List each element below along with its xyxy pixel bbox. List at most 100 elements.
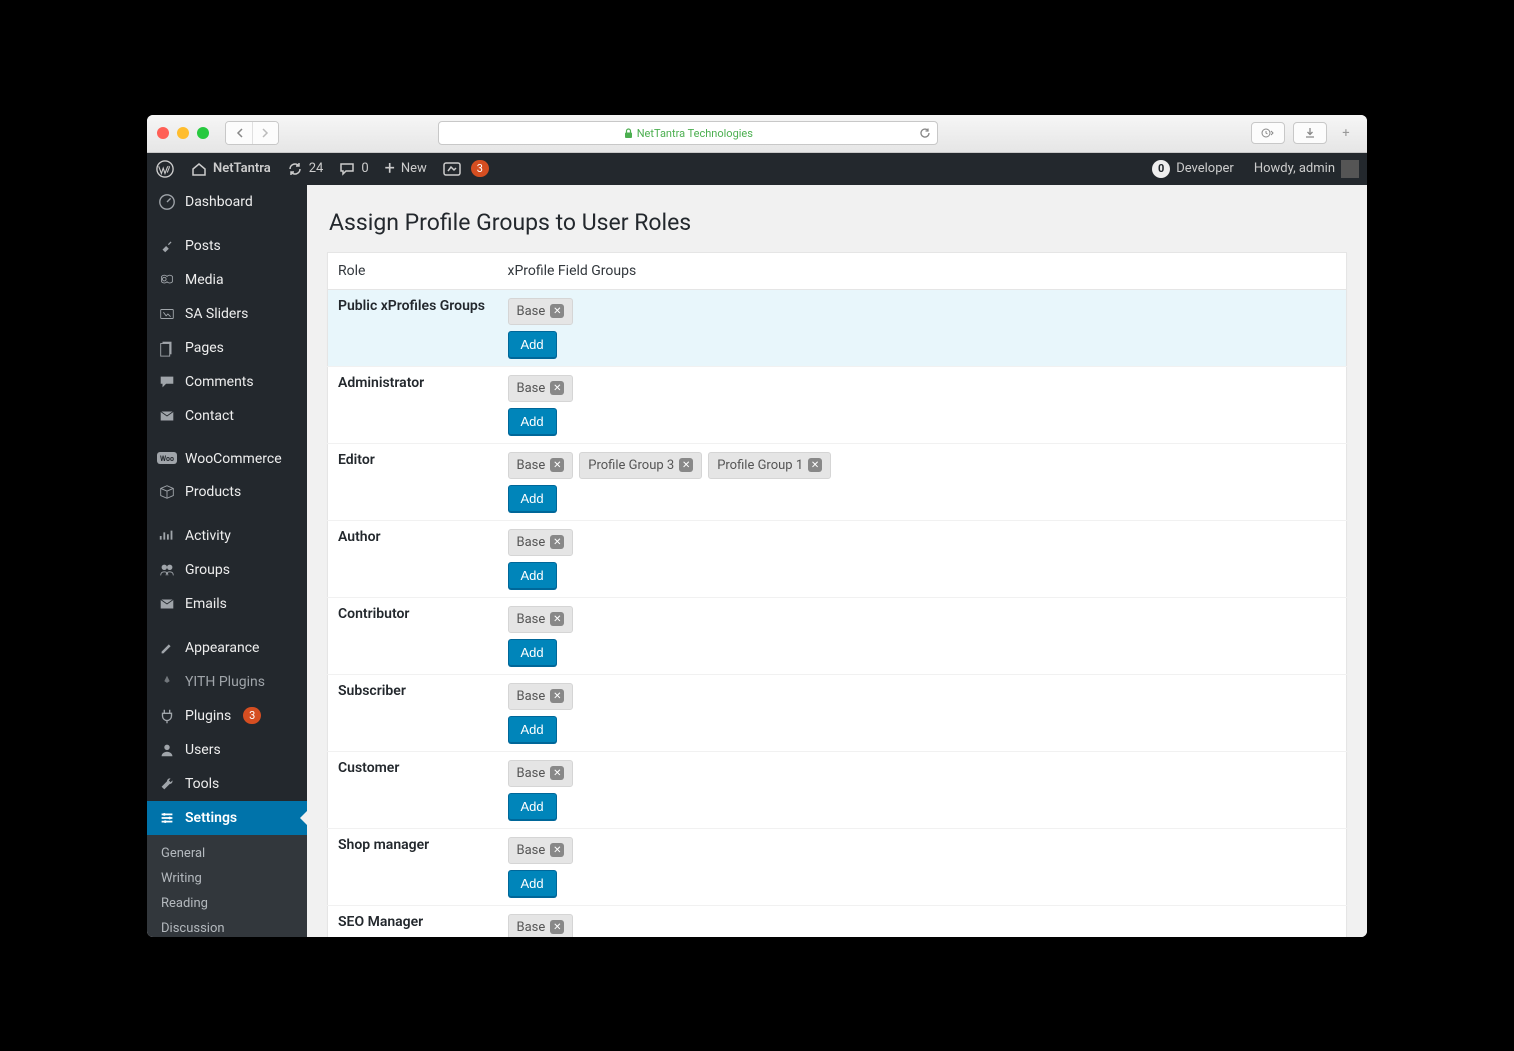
menu-users[interactable]: Users — [147, 733, 307, 767]
add-group-button[interactable]: Add — [508, 870, 557, 897]
svg-text:Woo: Woo — [160, 455, 174, 463]
site-name-link[interactable]: NetTantra — [183, 153, 279, 185]
yith-icon — [157, 673, 177, 691]
remove-tag-button[interactable]: ✕ — [550, 612, 564, 626]
add-group-button[interactable]: Add — [508, 793, 557, 820]
dashboard-icon — [157, 193, 177, 211]
menu-settings[interactable]: Settings — [147, 801, 307, 835]
remove-tag-button[interactable]: ✕ — [808, 458, 822, 472]
wp-logo-menu[interactable] — [147, 153, 183, 185]
notification-badge[interactable]: 3 — [469, 153, 497, 185]
wordpress-icon — [155, 159, 175, 179]
submenu-reading[interactable]: Reading — [147, 891, 307, 916]
browser-right-tools: + — [1251, 122, 1357, 144]
role-name: SEO Manager — [328, 905, 498, 937]
menu-plugins[interactable]: Plugins 3 — [147, 699, 307, 733]
notification-count: 3 — [471, 160, 489, 177]
add-group-button[interactable]: Add — [508, 331, 557, 358]
appearance-icon — [157, 639, 177, 657]
remove-tag-button[interactable]: ✕ — [679, 458, 693, 472]
menu-appearance[interactable]: Appearance — [147, 631, 307, 665]
role-groups-cell: Base✕ Add — [498, 520, 1347, 597]
reload-icon — [919, 127, 931, 139]
remove-tag-button[interactable]: ✕ — [550, 920, 564, 934]
menu-sa-sliders[interactable]: SA Sliders — [147, 297, 307, 331]
plugins-update-badge: 3 — [243, 707, 261, 724]
add-group-button[interactable]: Add — [508, 639, 557, 666]
menu-dashboard[interactable]: Dashboard — [147, 185, 307, 219]
menu-media[interactable]: Media — [147, 263, 307, 297]
group-tag: Base✕ — [508, 529, 574, 556]
table-row: SubscriberBase✕Add — [328, 674, 1347, 751]
chevron-left-icon — [236, 128, 243, 138]
col-role: Role — [328, 252, 498, 289]
submenu-discussion[interactable]: Discussion — [147, 916, 307, 937]
submenu-writing[interactable]: Writing — [147, 866, 307, 891]
remove-tag-button[interactable]: ✕ — [550, 843, 564, 857]
role-groups-cell: Base✕Add — [498, 905, 1347, 937]
share-button[interactable] — [1251, 122, 1285, 144]
remove-tag-button[interactable]: ✕ — [550, 458, 564, 472]
update-icon — [287, 161, 303, 177]
activity-icon — [157, 527, 177, 545]
col-groups: xProfile Field Groups — [498, 252, 1347, 289]
new-content-link[interactable]: + New — [377, 153, 435, 185]
group-tag-label: Base — [517, 304, 546, 319]
role-groups-cell: Base ✕ Add — [498, 289, 1347, 366]
minimize-window-button[interactable] — [177, 127, 189, 139]
settings-submenu: General Writing Reading Discussion — [147, 835, 307, 937]
remove-tag-button[interactable]: ✕ — [550, 535, 564, 549]
address-bar[interactable]: NetTantra Technologies — [438, 121, 938, 145]
menu-comments[interactable]: Comments — [147, 365, 307, 399]
updates-count: 24 — [309, 161, 324, 176]
table-row: CustomerBase✕Add — [328, 751, 1347, 828]
updates-link[interactable]: 24 — [279, 153, 332, 185]
menu-woocommerce[interactable]: Woo WooCommerce — [147, 443, 307, 475]
menu-yith[interactable]: YITH Plugins — [147, 665, 307, 699]
remove-tag-button[interactable]: ✕ — [550, 381, 564, 395]
remove-tag-button[interactable]: ✕ — [550, 304, 564, 318]
close-window-button[interactable] — [157, 127, 169, 139]
menu-groups[interactable]: Groups — [147, 553, 307, 587]
howdy-text: Howdy, admin — [1254, 161, 1335, 176]
new-tab-button[interactable]: + — [1335, 122, 1357, 144]
reload-button[interactable] — [919, 127, 931, 139]
group-tag-label: Base — [517, 612, 546, 627]
menu-activity[interactable]: Activity — [147, 519, 307, 553]
forward-button[interactable] — [252, 122, 278, 144]
role-name: Shop manager — [328, 828, 498, 905]
menu-posts[interactable]: Posts — [147, 229, 307, 263]
menu-pages[interactable]: Pages — [147, 331, 307, 365]
menu-tools[interactable]: Tools — [147, 767, 307, 801]
products-icon — [157, 483, 177, 501]
developer-link[interactable]: 0 Developer — [1144, 153, 1242, 185]
add-group-button[interactable]: Add — [508, 408, 557, 435]
group-tag: Base ✕ — [508, 606, 574, 633]
remove-tag-button[interactable]: ✕ — [550, 766, 564, 780]
add-group-button[interactable]: Add — [508, 716, 557, 743]
role-name: Administrator — [328, 366, 498, 443]
emails-icon — [157, 595, 177, 613]
remove-tag-button[interactable]: ✕ — [550, 689, 564, 703]
browser-titlebar: NetTantra Technologies + — [147, 115, 1367, 153]
table-row: AdministratorBase✕Add — [328, 366, 1347, 443]
role-groups-cell: Base✕Add — [498, 366, 1347, 443]
home-icon — [191, 162, 207, 176]
add-group-button[interactable]: Add — [508, 485, 557, 512]
role-name: Editor — [328, 443, 498, 520]
submenu-general[interactable]: General — [147, 841, 307, 866]
group-tag-label: Base — [517, 766, 546, 781]
menu-products[interactable]: Products — [147, 475, 307, 509]
back-button[interactable] — [226, 122, 252, 144]
page-title: Assign Profile Groups to User Roles — [329, 209, 1347, 236]
add-group-button[interactable]: Add — [508, 562, 557, 589]
menu-emails[interactable]: Emails — [147, 587, 307, 621]
seo-menu[interactable] — [435, 153, 469, 185]
table-row: Public xProfiles GroupsBase✕Add — [328, 289, 1347, 366]
downloads-button[interactable] — [1293, 122, 1327, 144]
comments-link[interactable]: 0 — [331, 153, 376, 185]
maximize-window-button[interactable] — [197, 127, 209, 139]
lock-icon — [624, 128, 633, 139]
menu-contact[interactable]: Contact — [147, 399, 307, 433]
account-menu[interactable]: Howdy, admin — [1246, 153, 1367, 185]
